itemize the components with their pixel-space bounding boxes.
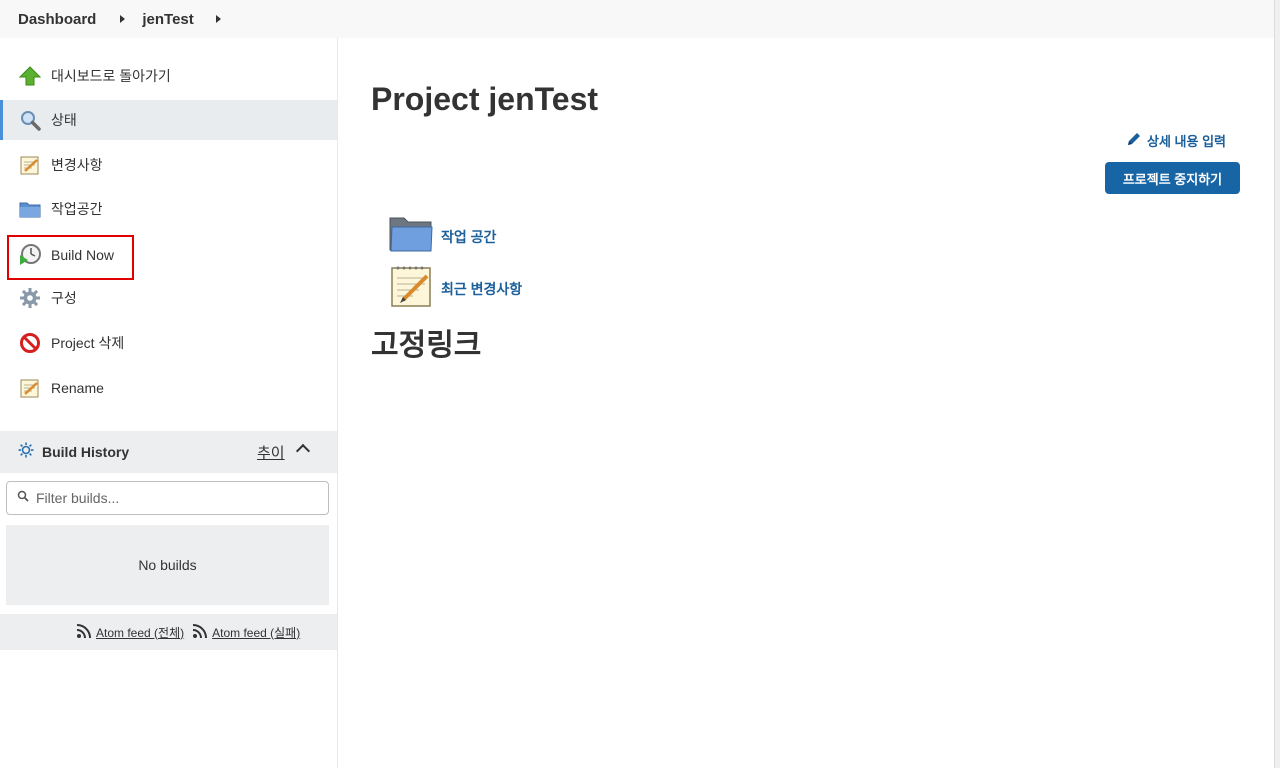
sidebar-item-label: Rename <box>51 380 104 396</box>
page-title: Project jenTest <box>371 81 599 117</box>
build-history-title: Build History <box>42 444 130 460</box>
sidebar-item-label: 대시보드로 돌아가기 <box>51 68 171 84</box>
recent-changes-link[interactable]: 최근 변경사항 <box>441 279 522 299</box>
gear-icon <box>18 286 42 310</box>
edit-description-link[interactable]: 상세 내용 입력 <box>1126 131 1226 150</box>
sidebar-item-rename[interactable]: Rename <box>0 368 337 408</box>
build-now-highlight-box <box>7 235 134 280</box>
sidebar-item-configure[interactable]: 구성 <box>0 278 337 318</box>
magnifier-icon <box>18 108 42 132</box>
notepad-icon <box>389 264 433 313</box>
sidebar: 대시보드로 돌아가기 상태 변경사항 작업공간 Build Now 구성 Pro… <box>0 38 338 768</box>
atom-feeds-bar: Atom feed (전체) Atom feed (실패) <box>0 614 337 650</box>
build-history-icon <box>18 442 34 463</box>
up-arrow-icon <box>18 64 42 88</box>
search-icon <box>17 489 29 507</box>
atom-feed-all-label: Atom feed (전체) <box>96 625 185 640</box>
vertical-scrollbar[interactable] <box>1274 0 1280 768</box>
sidebar-item-label: 구성 <box>51 290 77 306</box>
atom-feed-failed-label: Atom feed (실패) <box>212 625 301 640</box>
sidebar-item-workspace[interactable]: 작업공간 <box>0 189 337 229</box>
build-history-trend-link[interactable]: 추이 <box>257 442 285 463</box>
build-history-header: Build History 추이 <box>0 431 337 473</box>
disable-project-button[interactable]: 프로젝트 중지하기 <box>1105 162 1240 194</box>
rss-icon <box>76 623 92 642</box>
no-builds-text: No builds <box>138 557 197 573</box>
edit-description-label: 상세 내용 입력 <box>1147 134 1226 149</box>
permalinks-heading: 고정링크 <box>371 329 482 362</box>
breadcrumb-separator-icon[interactable] <box>120 15 126 23</box>
sidebar-item-back-to-dashboard[interactable]: 대시보드로 돌아가기 <box>0 56 337 96</box>
sidebar-item-delete-project[interactable]: Project 삭제 <box>0 323 337 363</box>
workspace-link[interactable]: 작업 공간 <box>441 227 496 247</box>
atom-feed-failed-link[interactable]: Atom feed (실패) <box>192 623 300 642</box>
folder-icon <box>18 197 42 221</box>
notepad-icon <box>18 376 42 400</box>
sidebar-item-label: 상태 <box>51 112 77 128</box>
sidebar-item-label: 작업공간 <box>51 201 103 217</box>
filter-builds-field[interactable] <box>6 481 329 515</box>
atom-feed-all-link[interactable]: Atom feed (전체) <box>76 623 184 642</box>
sidebar-item-changes[interactable]: 변경사항 <box>0 145 337 185</box>
sidebar-item-label: Project 삭제 <box>51 335 125 351</box>
folder-icon <box>389 214 433 259</box>
workspace-link-row[interactable]: 작업 공간 <box>389 214 496 259</box>
chevron-up-icon[interactable] <box>295 443 311 459</box>
breadcrumb-menu-icon[interactable] <box>215 15 221 23</box>
main-panel: Project jenTest 상세 내용 입력 프로젝트 중지하기 작업 공간… <box>338 38 1274 768</box>
rss-icon <box>192 623 208 642</box>
no-builds-panel: No builds <box>6 525 329 605</box>
pencil-icon <box>1126 131 1142 150</box>
sidebar-item-status[interactable]: 상태 <box>0 100 337 140</box>
no-entry-icon <box>18 331 42 355</box>
sidebar-item-label: 변경사항 <box>51 157 103 173</box>
notepad-icon <box>18 153 42 177</box>
recent-changes-link-row[interactable]: 최근 변경사항 <box>389 264 522 313</box>
breadcrumb-project[interactable]: jenTest <box>142 11 193 28</box>
filter-builds-input[interactable] <box>36 490 306 506</box>
breadcrumb: Dashboard jenTest <box>0 0 1274 38</box>
breadcrumb-dashboard[interactable]: Dashboard <box>18 11 96 28</box>
